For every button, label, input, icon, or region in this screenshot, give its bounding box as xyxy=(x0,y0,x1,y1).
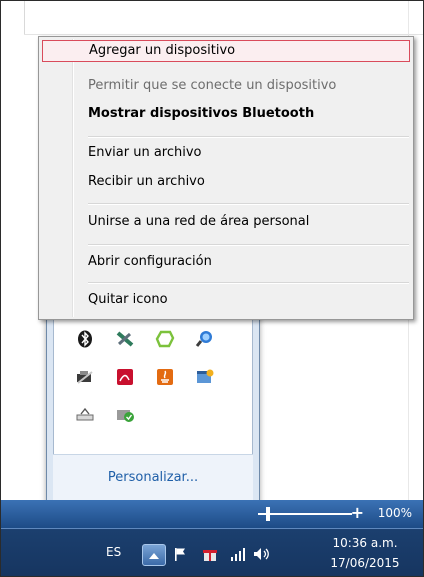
show-hidden-icons-button[interactable] xyxy=(142,544,166,566)
chevron-up-icon xyxy=(149,552,159,559)
menu-separator xyxy=(88,244,409,246)
notification-area-flyout: Personalizar... xyxy=(46,300,260,514)
menu-item-receive-file[interactable]: Recibir un archivo xyxy=(42,171,410,193)
menu-separator xyxy=(88,282,409,284)
background-divider xyxy=(24,34,424,35)
usb-drive-icon[interactable] xyxy=(74,366,96,388)
menu-item-allow-device-connect[interactable]: Permitir que se conecte un dispositivo xyxy=(42,75,410,97)
zoom-slider-thumb[interactable] xyxy=(266,507,270,521)
zoom-level[interactable]: 100% xyxy=(378,506,412,520)
bluetooth-icon[interactable] xyxy=(74,328,96,350)
bluetooth-context-menu: Agregar un dispositivo Permitir que se c… xyxy=(38,36,414,320)
volume-icon[interactable] xyxy=(252,544,272,564)
taskbar: + 100% ES 10:36 a.m. 17/06/2015 xyxy=(0,500,424,577)
green-app-icon[interactable] xyxy=(154,328,176,350)
menu-item-add-device[interactable]: Agregar un dispositivo xyxy=(42,40,410,62)
pdf-reader-icon[interactable] xyxy=(114,366,136,388)
java-icon[interactable] xyxy=(154,366,176,388)
menu-item-join-pan[interactable]: Unirse a una red de área personal xyxy=(42,211,410,233)
search-people-icon[interactable] xyxy=(194,328,216,350)
action-center-flag-icon[interactable] xyxy=(170,544,190,564)
status-bar: + 100% xyxy=(0,500,424,529)
app-window-icon[interactable] xyxy=(194,366,216,388)
zoom-slider-track[interactable] xyxy=(258,513,352,515)
update-check-icon[interactable] xyxy=(114,404,136,426)
menu-item-send-file[interactable]: Enviar un archivo xyxy=(42,142,410,164)
menu-item-remove-icon[interactable]: Quitar icono xyxy=(42,289,410,311)
customize-link[interactable]: Personalizar... xyxy=(53,470,253,485)
language-indicator[interactable]: ES xyxy=(106,545,121,559)
gift-app-icon[interactable] xyxy=(200,544,220,564)
menu-separator xyxy=(88,203,409,205)
menu-item-show-bluetooth-devices[interactable]: Mostrar dispositivos Bluetooth xyxy=(42,103,410,125)
menu-separator xyxy=(88,136,409,138)
background-divider xyxy=(24,0,25,34)
clock-date[interactable]: 17/06/2015 xyxy=(322,556,408,570)
menu-item-open-settings[interactable]: Abrir configuración xyxy=(42,251,410,273)
network-tool-icon[interactable] xyxy=(114,328,136,350)
network-signal-icon[interactable] xyxy=(228,544,248,564)
clock-time[interactable]: 10:36 a.m. xyxy=(322,536,408,550)
zoom-in-button[interactable]: + xyxy=(351,503,364,522)
safely-remove-icon[interactable] xyxy=(74,404,96,426)
